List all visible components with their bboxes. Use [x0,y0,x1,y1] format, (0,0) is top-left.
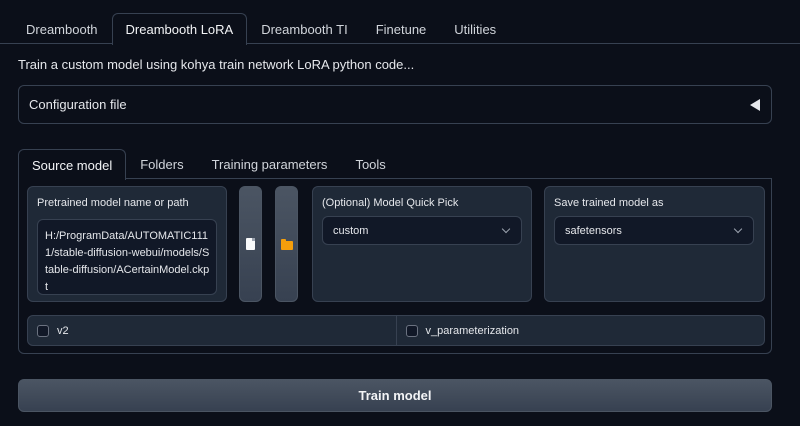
folder-icon [280,238,293,250]
pretrained-model-input[interactable]: H:/ProgramData/AUTOMATIC1111/stable-diff… [37,219,217,295]
file-picker-button[interactable] [239,186,262,302]
tab-dreambooth-ti[interactable]: Dreambooth TI [247,13,361,44]
model-quick-pick-value: custom [333,224,369,237]
save-model-as-select[interactable]: safetensors [554,216,754,245]
tab-source-model[interactable]: Source model [18,149,127,180]
model-quick-pick-label: (Optional) Model Quick Pick [322,197,459,209]
v-parameterization-label: v_parameterization [425,324,520,337]
source-tab-bar: Source model Folders Training parameters… [18,149,772,180]
collapse-triangle-icon[interactable] [750,98,760,111]
tab-folders[interactable]: Folders [126,149,197,179]
page-description: Train a custom model using kohya train n… [18,57,415,72]
model-quick-pick-select[interactable]: custom [322,216,522,245]
v2-label: v2 [57,324,69,337]
chevron-down-icon [501,224,511,234]
v2-checkbox-item[interactable]: v2 [28,316,396,345]
save-model-as-value: safetensors [565,224,622,237]
save-model-as-label: Save trained model as [554,197,664,209]
configuration-file-label: Configuration file [29,97,127,112]
tab-dreambooth[interactable]: Dreambooth [12,13,112,44]
v-parameterization-checkbox-item[interactable]: v_parameterization [395,316,765,345]
train-model-button[interactable]: Train model [18,379,772,412]
tab-dreambooth-lora[interactable]: Dreambooth LoRA [111,13,248,45]
v2-checkbox[interactable] [37,324,49,337]
tab-utilities[interactable]: Utilities [440,13,510,44]
tab-training-parameters[interactable]: Training parameters [198,149,342,179]
top-tab-bar: Dreambooth Dreambooth LoRA Dreambooth TI… [0,13,800,45]
model-options-row: v2 v_parameterization [27,315,765,346]
pretrained-model-block: Pretrained model name or path H:/Program… [27,186,227,302]
v-parameterization-checkbox[interactable] [405,324,418,337]
folder-picker-button[interactable] [275,186,298,302]
tab-tools[interactable]: Tools [341,149,399,179]
model-quick-pick-block: (Optional) Model Quick Pick custom [312,186,532,302]
save-model-as-block: Save trained model as safetensors [544,186,765,302]
tab-finetune[interactable]: Finetune [362,13,441,44]
chevron-down-icon [733,224,743,234]
document-icon [246,238,255,250]
pretrained-model-label: Pretrained model name or path [37,197,189,209]
configuration-file-accordion[interactable]: Configuration file [18,85,772,124]
